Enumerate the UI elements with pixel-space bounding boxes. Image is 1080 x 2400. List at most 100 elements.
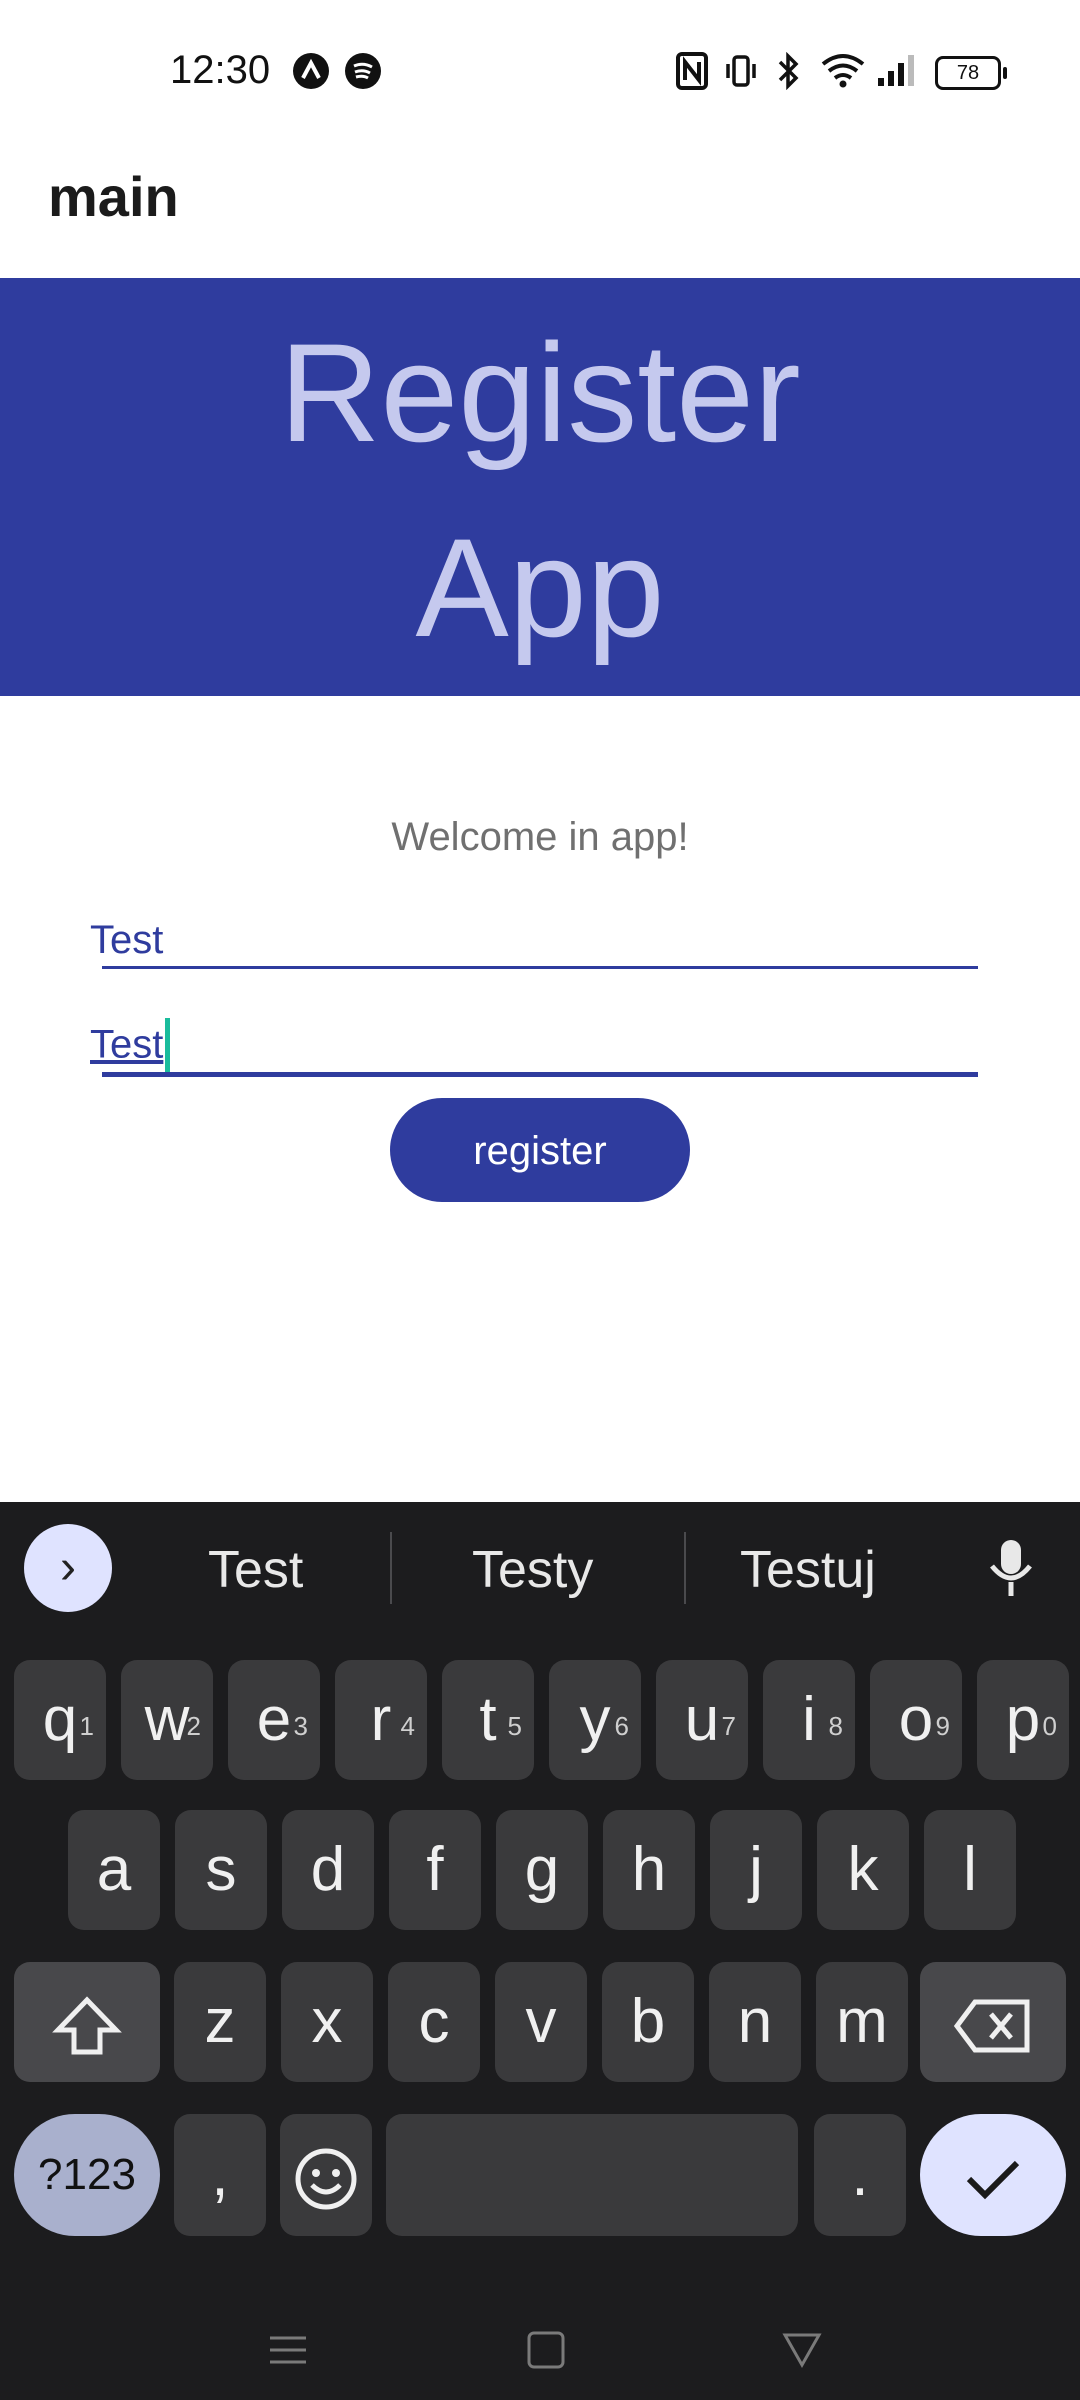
register-header: Register App	[0, 278, 1080, 696]
key-q[interactable]: q1	[14, 1660, 106, 1780]
key-k-label: k	[847, 1835, 879, 1904]
key-j-label: j	[749, 1835, 763, 1904]
key-r[interactable]: r4	[335, 1660, 427, 1780]
key-w[interactable]: w2	[121, 1660, 213, 1780]
status-bar: 12:30 78	[0, 0, 1080, 140]
key-u-label: u	[684, 1685, 720, 1754]
menu-icon[interactable]	[268, 2330, 308, 2380]
key-i[interactable]: i8	[763, 1660, 855, 1780]
key-r-label: r	[370, 1685, 392, 1754]
suggestion-bar: › Test Testy Testuj	[0, 1502, 1080, 1632]
first-input-field[interactable]: Test	[90, 918, 978, 972]
signal-icon	[876, 52, 920, 93]
key-a-label: a	[96, 1835, 132, 1904]
key-h-label: h	[631, 1835, 667, 1904]
backspace-icon	[953, 1999, 1030, 2053]
nfc-icon	[676, 52, 708, 95]
key-y-label: y	[579, 1685, 611, 1754]
key-f[interactable]: f	[389, 1810, 481, 1930]
key-w-label: w	[144, 1685, 190, 1754]
key-i-hint: 8	[828, 1711, 843, 1741]
backspace-key[interactable]	[920, 1962, 1066, 2082]
key-u[interactable]: u7	[656, 1660, 748, 1780]
key-t[interactable]: t5	[442, 1660, 534, 1780]
suggestion-3[interactable]: Testuj	[740, 1540, 876, 1600]
key-e-hint: 3	[293, 1711, 308, 1741]
key-x[interactable]: x	[281, 1962, 373, 2082]
second-input-underline	[102, 1072, 978, 1077]
key-j[interactable]: j	[710, 1810, 802, 1930]
second-input-field[interactable]: Test	[90, 1018, 978, 1078]
symbols-key-label: ?123	[38, 2150, 136, 2199]
key-a[interactable]: a	[68, 1810, 160, 1930]
key-b[interactable]: b	[602, 1962, 694, 2082]
key-y-hint: 6	[614, 1711, 629, 1741]
key-v[interactable]: v	[495, 1962, 587, 2082]
suggestion-divider	[390, 1532, 392, 1604]
suggestion-1[interactable]: Test	[208, 1540, 303, 1600]
key-k[interactable]: k	[817, 1810, 909, 1930]
key-m-label: m	[836, 1987, 888, 2056]
key-m[interactable]: m	[816, 1962, 908, 2082]
enter-key[interactable]	[920, 2114, 1066, 2236]
key-h[interactable]: h	[603, 1810, 695, 1930]
welcome-text: Welcome in app!	[391, 815, 689, 859]
emoji-key[interactable]	[280, 2114, 372, 2236]
register-button[interactable]: register	[390, 1098, 690, 1202]
key-c-label: c	[418, 1987, 450, 2056]
key-z-label: z	[204, 1987, 236, 2056]
comma-key-label: ,	[211, 2140, 229, 2209]
key-p-hint: 0	[1042, 1711, 1057, 1741]
status-time: 12:30	[170, 48, 271, 92]
app-icon	[292, 52, 330, 95]
chevron-right-icon[interactable]: ›	[24, 1524, 112, 1612]
period-key[interactable]: .	[814, 2114, 906, 2236]
shift-key[interactable]	[14, 1962, 160, 2082]
shift-icon	[52, 1996, 122, 2055]
key-e[interactable]: e3	[228, 1660, 320, 1780]
spotify-icon	[344, 52, 382, 95]
mic-icon[interactable]	[986, 1538, 1036, 1603]
key-n-label: n	[737, 1987, 773, 2056]
wifi-icon	[820, 52, 866, 93]
text-cursor	[165, 1018, 171, 1076]
key-g-label: g	[524, 1835, 560, 1904]
soft-keyboard: › Test Testy Testuj q1w2e3r4t5y6u7i8o9p0…	[0, 1502, 1080, 2400]
home-icon[interactable]	[526, 2330, 566, 2380]
key-v-label: v	[525, 1987, 557, 2056]
back-icon[interactable]	[782, 2330, 822, 2380]
first-input-underline	[102, 966, 978, 969]
vibrate-icon	[724, 54, 758, 93]
key-g[interactable]: g	[496, 1810, 588, 1930]
key-n[interactable]: n	[709, 1962, 801, 2082]
key-z[interactable]: z	[174, 1962, 266, 2082]
period-key-label: .	[851, 2140, 869, 2209]
key-c[interactable]: c	[388, 1962, 480, 2082]
bluetooth-icon	[772, 51, 804, 95]
comma-key[interactable]: ,	[174, 2114, 266, 2236]
key-u-hint: 7	[721, 1711, 736, 1741]
key-t-label: t	[479, 1685, 497, 1754]
navigation-bar	[0, 2290, 1080, 2400]
key-y[interactable]: y6	[549, 1660, 641, 1780]
suggestion-divider	[684, 1532, 686, 1604]
header-title-line2: App	[415, 509, 665, 666]
suggestion-2[interactable]: Testy	[472, 1540, 593, 1600]
key-e-label: e	[256, 1685, 292, 1754]
symbols-key[interactable]: ?123	[14, 2114, 160, 2236]
key-d[interactable]: d	[282, 1810, 374, 1930]
key-l[interactable]: l	[924, 1810, 1016, 1930]
key-s-label: s	[205, 1835, 237, 1904]
first-input-value[interactable]: Test	[90, 918, 163, 963]
second-input-value[interactable]: Test	[90, 1018, 171, 1076]
key-p[interactable]: p0	[977, 1660, 1069, 1780]
key-l-label: l	[963, 1835, 977, 1904]
key-o[interactable]: o9	[870, 1660, 962, 1780]
key-i-label: i	[802, 1685, 816, 1754]
space-key[interactable]	[386, 2114, 798, 2236]
key-w-hint: 2	[186, 1711, 201, 1741]
key-s[interactable]: s	[175, 1810, 267, 1930]
key-t-hint: 5	[507, 1711, 522, 1741]
key-f-label: f	[426, 1835, 444, 1904]
key-q-label: q	[42, 1685, 78, 1754]
